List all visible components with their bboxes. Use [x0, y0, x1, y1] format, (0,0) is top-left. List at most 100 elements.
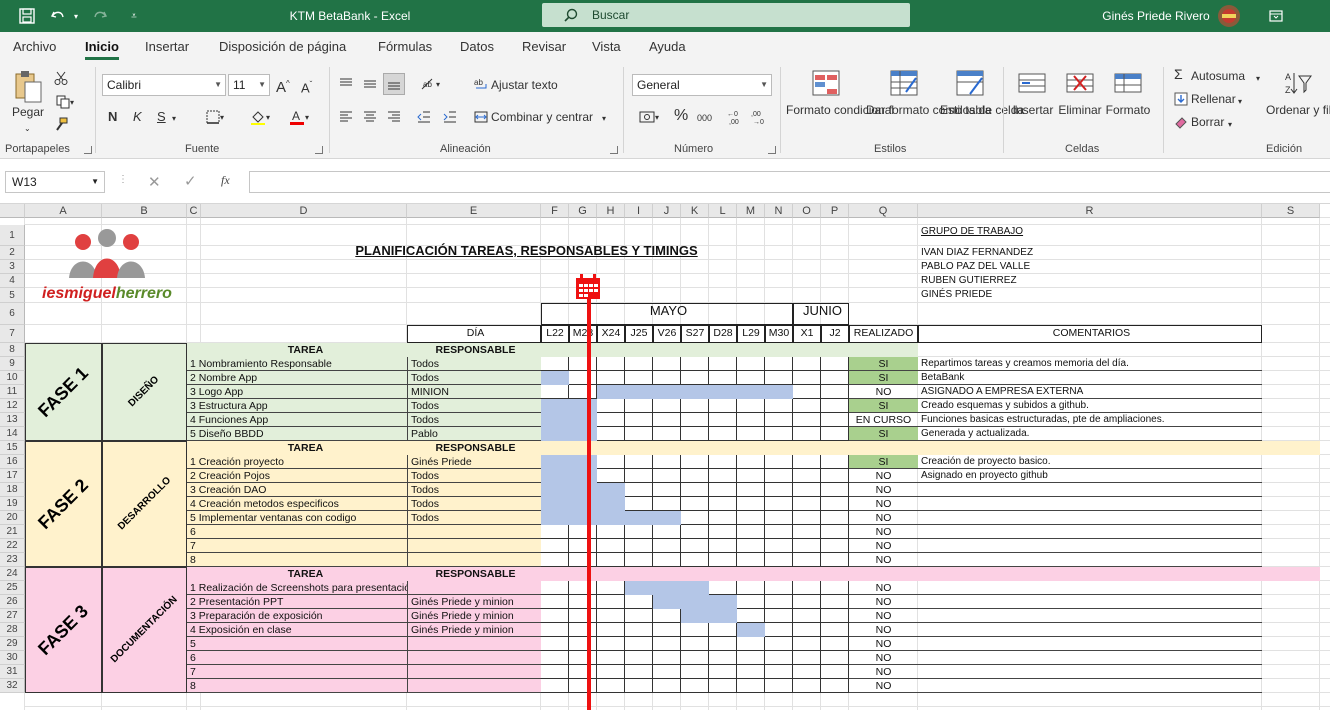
- column-header-P[interactable]: P: [821, 204, 849, 218]
- task-name[interactable]: 3 Logo App: [187, 385, 407, 399]
- task-responsible[interactable]: Ginés Priede: [407, 455, 541, 469]
- phase-sublabel-1[interactable]: DISEÑO: [102, 343, 187, 441]
- gantt-cell[interactable]: [541, 609, 569, 623]
- gantt-cell[interactable]: [625, 609, 653, 623]
- gantt-cell[interactable]: [653, 539, 681, 553]
- gantt-cell[interactable]: [597, 581, 625, 595]
- gantt-cell[interactable]: [737, 511, 765, 525]
- gantt-cell[interactable]: [821, 637, 849, 651]
- task-comment[interactable]: [918, 595, 1262, 609]
- header-comentarios[interactable]: COMENTARIOS: [918, 325, 1262, 343]
- row-header-17[interactable]: 17: [0, 469, 25, 483]
- task-responsible[interactable]: [407, 665, 541, 679]
- gantt-cell[interactable]: [709, 357, 737, 371]
- gantt-cell[interactable]: [821, 427, 849, 441]
- gantt-cell[interactable]: [821, 595, 849, 609]
- column-header-R[interactable]: R: [918, 204, 1262, 218]
- gantt-cell[interactable]: [625, 637, 653, 651]
- task-comment[interactable]: [918, 679, 1262, 693]
- align-left-icon[interactable]: [336, 107, 356, 127]
- gantt-cell[interactable]: [569, 595, 597, 609]
- gantt-cell[interactable]: [737, 595, 765, 609]
- gantt-cell[interactable]: [625, 623, 653, 637]
- gantt-cell[interactable]: [709, 623, 737, 637]
- day-header-J25[interactable]: J25: [625, 325, 653, 343]
- gantt-cell[interactable]: [793, 679, 821, 693]
- name-box[interactable]: W13 ▼: [5, 171, 105, 193]
- column-header-E[interactable]: E: [407, 204, 541, 218]
- insert-cells-icon[interactable]: [1016, 69, 1048, 97]
- day-header-M23[interactable]: M23: [569, 325, 597, 343]
- phase-label-2[interactable]: FASE 2: [25, 441, 102, 567]
- paste-button[interactable]: Pegar: [10, 105, 46, 120]
- decrease-indent-icon[interactable]: [414, 107, 434, 127]
- gantt-cell[interactable]: [793, 427, 821, 441]
- row-header-23[interactable]: 23: [0, 553, 25, 567]
- column-header-I[interactable]: I: [625, 204, 653, 218]
- ribbon-display-icon[interactable]: [1266, 0, 1286, 32]
- gantt-cell[interactable]: [625, 595, 653, 609]
- gantt-cell[interactable]: [681, 539, 709, 553]
- gantt-cell[interactable]: [793, 651, 821, 665]
- task-responsible[interactable]: [407, 553, 541, 567]
- gantt-cell[interactable]: [541, 553, 569, 567]
- wrap-text-button[interactable]: Ajustar texto: [491, 78, 558, 93]
- gantt-cell[interactable]: [765, 539, 793, 553]
- task-name[interactable]: 6: [187, 525, 407, 539]
- gantt-cell[interactable]: [765, 679, 793, 693]
- sort-filter-icon[interactable]: AZ: [1282, 69, 1314, 97]
- gantt-cell[interactable]: [793, 511, 821, 525]
- row-header-5[interactable]: 5: [0, 288, 25, 303]
- phase-label-1[interactable]: FASE 1: [25, 343, 102, 441]
- task-name[interactable]: 8: [187, 679, 407, 693]
- gantt-cell[interactable]: [681, 665, 709, 679]
- gantt-cell[interactable]: [737, 637, 765, 651]
- done-status[interactable]: NO: [849, 553, 918, 567]
- gantt-cell[interactable]: [625, 497, 653, 511]
- gantt-cell[interactable]: [821, 483, 849, 497]
- gantt-cell[interactable]: [597, 399, 625, 413]
- gantt-cell[interactable]: [793, 623, 821, 637]
- gantt-cell[interactable]: [793, 609, 821, 623]
- task-comment[interactable]: [918, 623, 1262, 637]
- done-status[interactable]: NO: [849, 595, 918, 609]
- gantt-cell[interactable]: [681, 623, 709, 637]
- done-status[interactable]: SI: [849, 427, 918, 441]
- gantt-cell[interactable]: [821, 413, 849, 427]
- gantt-cell[interactable]: [653, 665, 681, 679]
- gantt-cell[interactable]: [681, 455, 709, 469]
- gantt-cell[interactable]: [821, 679, 849, 693]
- eraser-icon[interactable]: [1173, 114, 1189, 130]
- row-header-7[interactable]: 7: [0, 325, 25, 343]
- column-header-B[interactable]: B: [102, 204, 187, 218]
- task-responsible[interactable]: [407, 539, 541, 553]
- gantt-cell[interactable]: [625, 427, 653, 441]
- gantt-cell[interactable]: [653, 497, 681, 511]
- gantt-cell[interactable]: [709, 539, 737, 553]
- copy-icon[interactable]: ▾: [52, 93, 78, 111]
- formula-bar-grip-icon[interactable]: ⋮: [118, 174, 128, 185]
- gantt-cell[interactable]: [765, 595, 793, 609]
- header-realizado[interactable]: REALIZADO: [849, 325, 918, 343]
- gantt-cell[interactable]: [709, 637, 737, 651]
- gantt-cell[interactable]: [597, 651, 625, 665]
- gantt-cell[interactable]: [793, 413, 821, 427]
- gantt-cell[interactable]: [569, 357, 597, 371]
- done-status[interactable]: NO: [849, 623, 918, 637]
- gantt-cell[interactable]: [737, 357, 765, 371]
- task-comment[interactable]: [918, 497, 1262, 511]
- gantt-cell[interactable]: [681, 427, 709, 441]
- row-header-26[interactable]: 26: [0, 595, 25, 609]
- gantt-cell[interactable]: [597, 553, 625, 567]
- tab-formulas[interactable]: Fórmulas: [378, 32, 432, 61]
- task-responsible[interactable]: Todos: [407, 469, 541, 483]
- decrease-decimal-icon[interactable]: ,00 →0: [750, 107, 770, 127]
- done-status[interactable]: SI: [849, 455, 918, 469]
- row-header-24[interactable]: 24: [0, 567, 25, 581]
- gantt-cell[interactable]: [569, 525, 597, 539]
- done-status[interactable]: NO: [849, 497, 918, 511]
- gantt-cell[interactable]: [709, 483, 737, 497]
- gantt-cell[interactable]: [569, 609, 597, 623]
- task-comment[interactable]: Creado esquemas y subidos a github.: [918, 399, 1262, 413]
- month-junio[interactable]: JUNIO: [793, 303, 849, 325]
